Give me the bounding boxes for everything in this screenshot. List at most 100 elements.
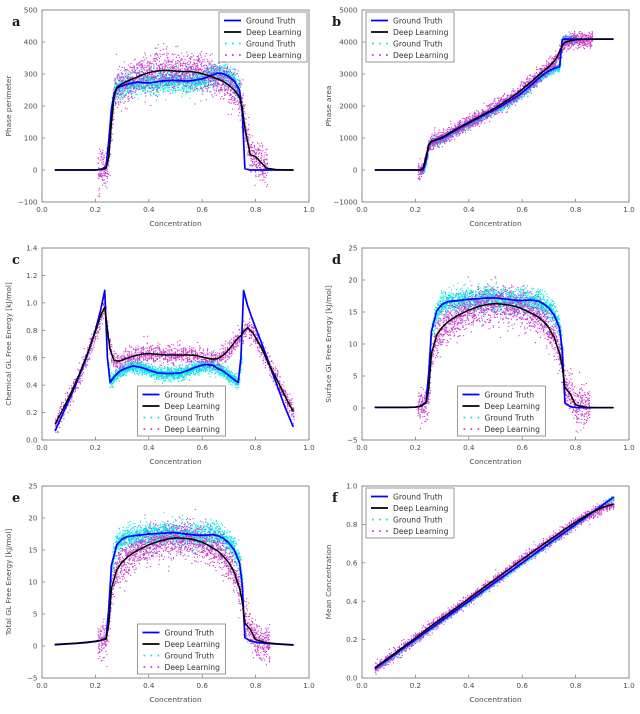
panel-letter-e: e xyxy=(12,491,20,506)
legend-label: Ground Truth xyxy=(165,628,215,637)
y-tick-label: 0.8 xyxy=(26,326,38,335)
x-tick-label: 0.0 xyxy=(36,205,48,214)
y-tick-label: 10 xyxy=(28,578,38,587)
legend-label: Ground Truth xyxy=(165,651,215,660)
y-axis-label: Phase area xyxy=(324,86,333,127)
y-tick-label: 0.0 xyxy=(26,436,38,445)
x-tick-label: 0.2 xyxy=(90,443,101,452)
x-tick-label: 1.0 xyxy=(623,681,635,690)
x-tick-label: 0.0 xyxy=(36,443,48,452)
panel-letter-a: a xyxy=(12,15,21,30)
y-tick-label: −5 xyxy=(27,674,38,683)
legend-label: Ground Truth xyxy=(393,515,443,524)
y-tick-label: −5 xyxy=(347,436,358,445)
x-tick-label: 0.4 xyxy=(143,205,155,214)
legend: Ground Truth Deep Learning Ground Truth Dee… xyxy=(365,487,455,539)
y-tick-label: 1.0 xyxy=(346,482,358,491)
y-tick-label: 5000 xyxy=(339,6,358,15)
legend-label: Deep Learning xyxy=(485,425,541,434)
y-tick-label: 100 xyxy=(24,134,38,143)
legend-label: Ground Truth xyxy=(485,390,535,399)
legend-label: Ground Truth xyxy=(165,413,215,422)
figure-multi-panel: 0.0 0.2 0.4 0.6 0.8 1.0 −100 0 100 200 300 400 500 Co… xyxy=(0,0,640,714)
y-tick-label: −100 xyxy=(18,198,38,207)
chart-panel-e: 0.0 0.2 0.4 0.6 0.8 1.0 −5 0 5 10 15 20 25 Concentrat… xyxy=(0,476,320,714)
chart-panel-d: 0.0 0.2 0.4 0.6 0.8 1.0 −5 0 5 10 15 20 25 Concentrat… xyxy=(320,238,640,476)
y-tick-label: 15 xyxy=(348,308,357,317)
panel-letter-d: d xyxy=(332,253,341,268)
x-tick-label: 0.2 xyxy=(90,681,101,690)
x-axis-label: Concentration xyxy=(149,695,202,704)
y-tick-label: 2000 xyxy=(339,102,358,111)
y-tick-label: 0.6 xyxy=(346,558,358,567)
y-tick-label: 0 xyxy=(33,166,38,175)
x-tick-label: 1.0 xyxy=(303,443,315,452)
x-tick-label: 0.0 xyxy=(36,681,48,690)
y-tick-label: 1.2 xyxy=(26,271,37,280)
x-tick-label: 0.6 xyxy=(196,205,208,214)
x-tick-label: 0.8 xyxy=(570,205,582,214)
x-tick-label: 0.6 xyxy=(516,443,528,452)
x-tick-label: 0.6 xyxy=(196,443,208,452)
legend: Ground Truth Deep Learning Ground Truth Dee… xyxy=(365,11,455,63)
y-tick-label: 1.4 xyxy=(26,244,38,253)
legend: Ground Truth Deep Learning Ground Truth Dee… xyxy=(137,385,226,437)
y-tick-label: 25 xyxy=(348,244,357,253)
y-tick-label: 1000 xyxy=(339,134,358,143)
y-tick-label: 4000 xyxy=(339,38,358,47)
y-tick-label: 3000 xyxy=(339,70,358,79)
legend-label: Ground Truth xyxy=(485,413,535,422)
y-tick-label: 0 xyxy=(353,166,358,175)
y-tick-label: 0.8 xyxy=(346,520,358,529)
x-tick-label: 0.0 xyxy=(356,205,368,214)
y-tick-label: 0.4 xyxy=(346,597,358,606)
y-axis-label: Phase perimeter xyxy=(4,75,13,137)
x-tick-label: 1.0 xyxy=(623,205,635,214)
y-tick-label: 0.4 xyxy=(26,381,38,390)
x-tick-label: 0.4 xyxy=(143,681,155,690)
legend-label: Deep Learning xyxy=(485,402,541,411)
y-tick-label: 15 xyxy=(28,546,37,555)
x-tick-label: 0.8 xyxy=(250,443,262,452)
x-axis-label: Concentration xyxy=(469,695,522,704)
y-tick-label: 0.2 xyxy=(346,635,357,644)
y-axis-label: Surface GL Free Energy [kJ/mol] xyxy=(324,285,333,403)
legend-label: Ground Truth xyxy=(246,39,296,48)
y-tick-label: 5 xyxy=(33,610,38,619)
legend: Ground Truth Deep Learning Ground Truth Dee… xyxy=(137,623,226,675)
x-tick-label: 0.6 xyxy=(516,205,528,214)
x-tick-label: 0.6 xyxy=(196,681,208,690)
panel-letter-c: c xyxy=(12,253,20,268)
x-tick-label: 0.8 xyxy=(250,205,262,214)
chart-panel-c: 0.0 0.2 0.4 0.6 0.8 1.0 0.0 0.2 0.4 0.6 0.8 1.0 1.2 1… xyxy=(0,238,320,476)
x-axis-label: Concentration xyxy=(149,219,202,228)
legend-label: Ground Truth xyxy=(393,16,443,25)
y-tick-label: 400 xyxy=(24,38,38,47)
x-tick-label: 0.0 xyxy=(356,443,368,452)
y-tick-label: 5 xyxy=(353,372,358,381)
x-tick-label: 0.6 xyxy=(516,681,528,690)
y-axis-label: Chemical GL Free Energy [kJ/mol] xyxy=(4,282,13,406)
x-tick-label: 0.8 xyxy=(570,681,582,690)
legend: Ground Truth Deep Learning Ground Truth Dee… xyxy=(218,11,308,63)
chart-panel-a: 0.0 0.2 0.4 0.6 0.8 1.0 −100 0 100 200 300 400 500 Co… xyxy=(0,0,320,238)
x-tick-label: 0.2 xyxy=(410,205,421,214)
legend-label: Ground Truth xyxy=(165,390,215,399)
x-tick-label: 0.4 xyxy=(463,443,475,452)
legend-label: Deep Learning xyxy=(165,425,221,434)
legend-label: Ground Truth xyxy=(393,39,443,48)
y-axis-label: Total GL Free Energy [kJ/mol] xyxy=(4,529,13,637)
y-tick-label: 25 xyxy=(28,482,37,491)
chart-panel-f: 0.0 0.2 0.4 0.6 0.8 1.0 0.0 0.2 0.4 0.6 0.8 1.0 Conc… xyxy=(320,476,640,714)
y-tick-label: 0.0 xyxy=(346,674,358,683)
x-axis-label: Concentration xyxy=(469,457,522,466)
y-axis-label: Mean Concentration xyxy=(324,544,333,619)
legend-label: Ground Truth xyxy=(393,492,443,501)
panel-letter-b: b xyxy=(332,15,341,30)
chart-panel-b: 0.0 0.2 0.4 0.6 0.8 1.0 −1000 0 1000 2000 3000 4000… xyxy=(320,0,640,238)
legend-label: Deep Learning xyxy=(393,51,449,60)
y-tick-label: 0.6 xyxy=(26,353,38,362)
x-tick-label: 0.2 xyxy=(410,443,421,452)
x-tick-label: 1.0 xyxy=(303,205,315,214)
y-tick-label: 0 xyxy=(353,404,358,413)
